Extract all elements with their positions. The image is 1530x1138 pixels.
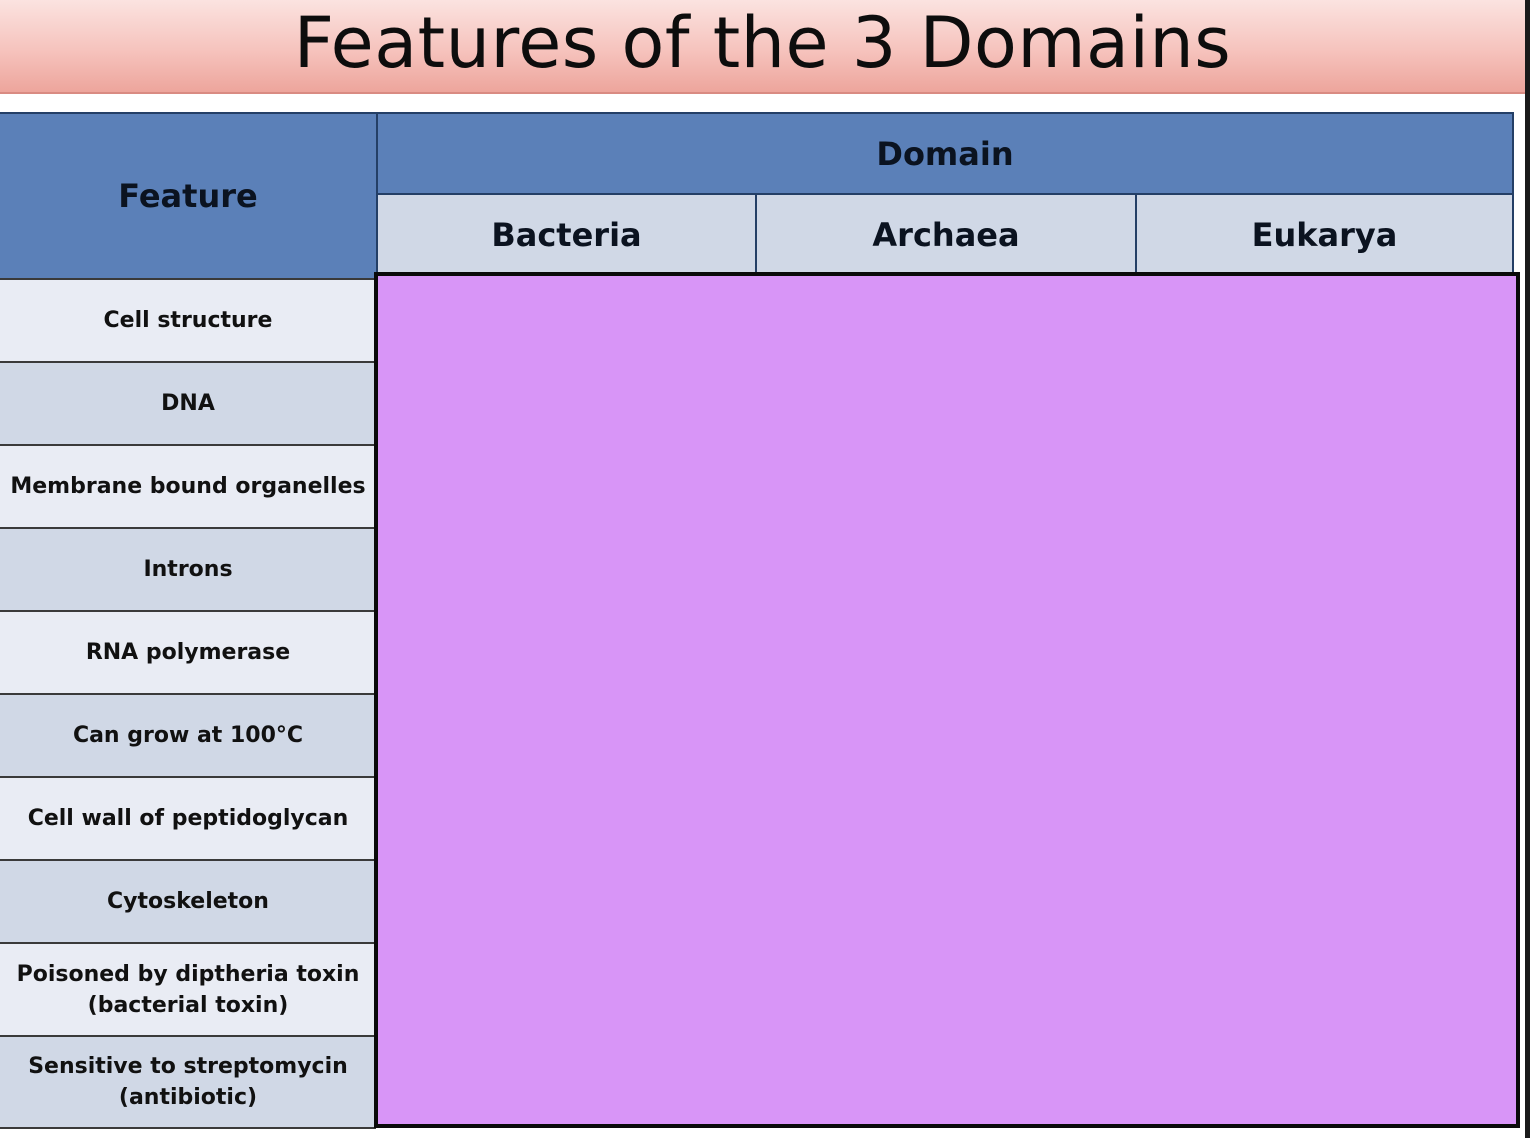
feature-label: Cell wall of peptidoglycan bbox=[27, 806, 349, 831]
domain-header-archaea: Archaea bbox=[755, 195, 1135, 275]
feature-label: RNA polymerase bbox=[85, 640, 291, 665]
domain-label: Eukarya bbox=[1251, 216, 1398, 254]
table-row: Introns bbox=[0, 527, 376, 610]
feature-label: Sensitive to streptomycin (antibiotic) bbox=[28, 1054, 348, 1110]
table-row: Can grow at 100°C bbox=[0, 693, 376, 776]
table-row: RNA polymerase bbox=[0, 610, 376, 693]
slide: Features of the 3 Domains Feature Domain… bbox=[0, 0, 1530, 1138]
edge-strip bbox=[1525, 0, 1530, 1138]
domain-header-label: Domain bbox=[876, 134, 1014, 173]
table-row: Cytoskeleton bbox=[0, 859, 376, 942]
table-row: DNA bbox=[0, 361, 376, 444]
table-row: Cell structure bbox=[0, 278, 376, 361]
feature-label: Cytoskeleton bbox=[107, 889, 269, 914]
title-bar: Features of the 3 Domains bbox=[0, 0, 1525, 94]
table-row: Cell wall of peptidoglycan bbox=[0, 776, 376, 859]
feature-label: Can grow at 100°C bbox=[72, 723, 304, 748]
feature-label: Cell structure bbox=[103, 308, 273, 333]
feature-column-header: Feature bbox=[0, 112, 376, 278]
feature-label: Membrane bound organelles bbox=[10, 474, 366, 499]
table-row: Poisoned by diptheria toxin (bacterial t… bbox=[0, 942, 376, 1035]
feature-label: Introns bbox=[143, 557, 233, 582]
feature-label: Poisoned by diptheria toxin (bacterial t… bbox=[16, 961, 360, 1018]
answer-cover-block bbox=[374, 272, 1520, 1128]
slide-title: Features of the 3 Domains bbox=[293, 2, 1232, 84]
domain-label: Archaea bbox=[872, 216, 1020, 254]
domain-group-header: Domain bbox=[376, 112, 1514, 195]
domain-header-bacteria: Bacteria bbox=[376, 195, 755, 275]
table-row: Membrane bound organelles bbox=[0, 444, 376, 527]
table-row: Sensitive to streptomycin (antibiotic) bbox=[0, 1035, 376, 1129]
feature-header-label: Feature bbox=[118, 177, 258, 215]
domain-header-eukarya: Eukarya bbox=[1135, 195, 1514, 275]
domain-label: Bacteria bbox=[491, 216, 642, 254]
feature-label: DNA bbox=[161, 391, 215, 416]
feature-rows: Cell structure DNA Membrane bound organe… bbox=[0, 278, 376, 1129]
